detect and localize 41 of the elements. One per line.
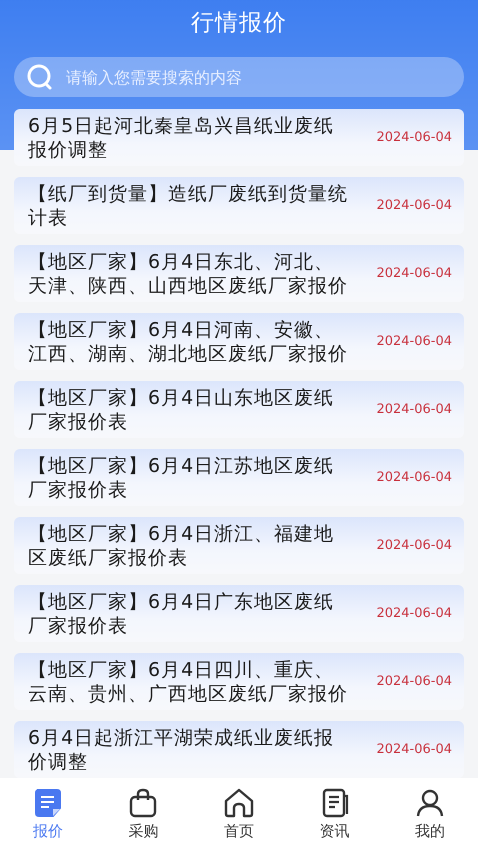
news-date: 2024-06-04 <box>376 674 452 689</box>
news-card[interactable]: 【地区厂家】6月4日山东地区废纸厂家报价表 2024-06-04 <box>14 381 464 438</box>
nav-tab[interactable]: 首页 <box>191 778 287 850</box>
news-date: 2024-06-04 <box>376 130 452 145</box>
news-card[interactable]: 【地区厂家】6月4日江苏地区废纸厂家报价表 2024-06-04 <box>14 449 464 506</box>
search-icon <box>26 63 54 91</box>
news-date: 2024-06-04 <box>376 742 452 757</box>
news-title: 【地区厂家】6月4日河南、安徽、江西、湖南、湖北地区废纸厂家报价 <box>28 318 349 366</box>
document-icon <box>32 788 63 818</box>
bag-icon <box>128 788 158 818</box>
news-date: 2024-06-04 <box>376 538 452 553</box>
news-card[interactable]: 【地区厂家】6月4日河南、安徽、江西、湖南、湖北地区废纸厂家报价 2024-06-04 <box>14 313 464 370</box>
news-date: 2024-06-04 <box>376 470 452 485</box>
person-icon <box>415 788 446 818</box>
news-card[interactable]: 【地区厂家】6月4日广东地区废纸厂家报价表 2024-06-04 <box>14 585 464 642</box>
news-card[interactable]: 6月5日起河北秦皇岛兴昌纸业废纸报价调整 2024-06-04 <box>14 109 464 166</box>
news-date: 2024-06-04 <box>376 198 452 213</box>
news-card[interactable]: 【地区厂家】6月4日四川、重庆、云南、贵州、广西地区废纸厂家报价 2024-06-04 <box>14 653 464 710</box>
news-title: 6月4日起浙江平湖荣成纸业废纸报价调整 <box>28 726 336 774</box>
nav-tab[interactable]: 报价 <box>0 778 96 850</box>
home-icon <box>222 788 255 818</box>
news-title: 6月5日起河北秦皇岛兴昌纸业废纸报价调整 <box>28 114 336 162</box>
news-date: 2024-06-04 <box>376 606 452 621</box>
news-date: 2024-06-04 <box>376 334 452 349</box>
news-card[interactable]: 【地区厂家】6月4日东北、河北、天津、陕西、山西地区废纸厂家报价 2024-06-04 <box>14 245 464 302</box>
news-title: 【地区厂家】6月4日山东地区废纸厂家报价表 <box>28 386 336 434</box>
news-date: 2024-06-04 <box>376 266 452 281</box>
nav-tab[interactable]: 采购 <box>96 778 192 850</box>
news-title: 【地区厂家】6月4日四川、重庆、云南、贵州、广西地区废纸厂家报价 <box>28 658 349 706</box>
news-card[interactable]: 6月4日起浙江平湖荣成纸业废纸报价调整 2024-06-04 <box>14 721 464 778</box>
news-title: 【地区厂家】6月4日浙江、福建地区废纸厂家报价表 <box>28 522 336 570</box>
news-title: 【纸厂到货量】造纸厂废纸到货量统计表 <box>28 182 349 230</box>
news-title: 【地区厂家】6月4日江苏地区废纸厂家报价表 <box>28 454 336 502</box>
news-card[interactable]: 【纸厂到货量】造纸厂废纸到货量统计表 2024-06-04 <box>14 177 464 234</box>
page-title: 行情报价 <box>191 9 287 38</box>
news-date: 2024-06-04 <box>376 402 452 417</box>
news-card[interactable]: 【地区厂家】6月4日浙江、福建地区废纸厂家报价表 2024-06-04 <box>14 517 464 574</box>
news-title: 【地区厂家】6月4日广东地区废纸厂家报价表 <box>28 590 336 638</box>
nav-tab[interactable]: 资讯 <box>286 778 382 850</box>
nav-tab[interactable]: 我的 <box>382 778 478 850</box>
news-title: 【地区厂家】6月4日东北、河北、天津、陕西、山西地区废纸厂家报价 <box>28 250 349 298</box>
